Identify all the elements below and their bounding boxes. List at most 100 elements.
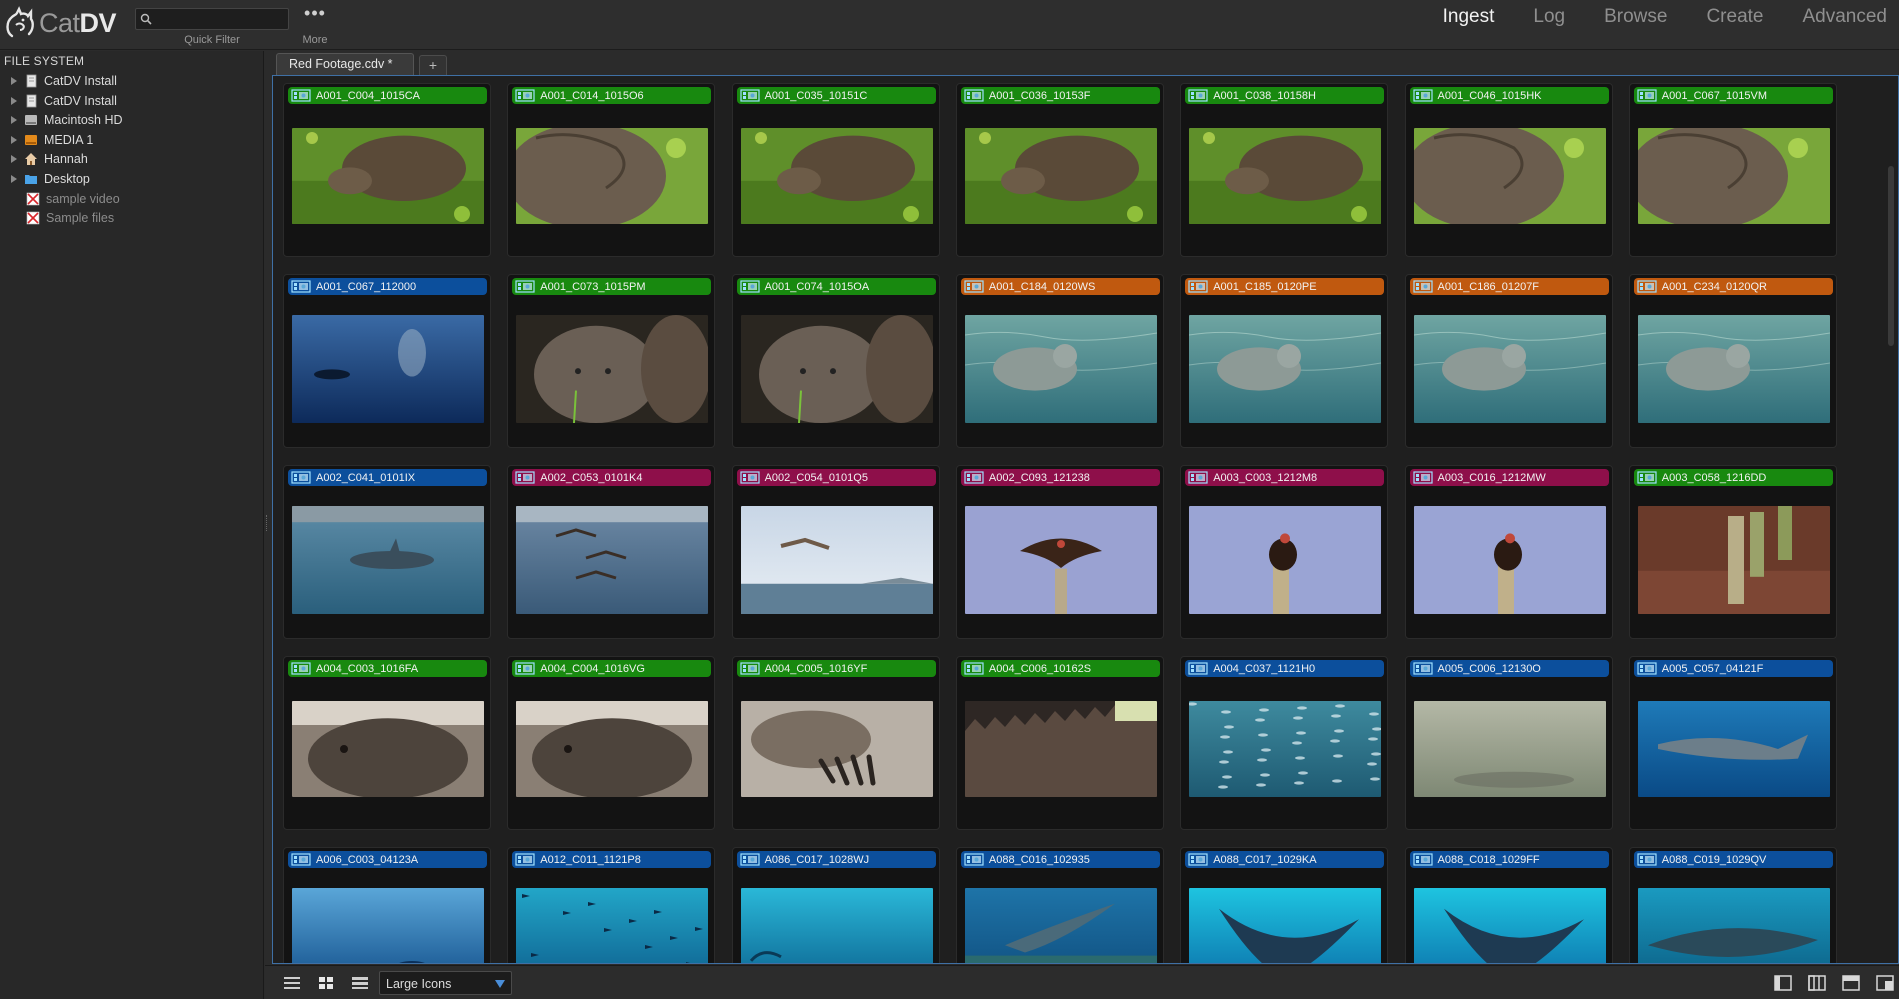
clip-tile[interactable]: A001_C073_1015PM — [507, 274, 716, 448]
clip-tile[interactable]: A003_C016_1212MW — [1404, 465, 1613, 639]
clip-thumbnail[interactable] — [740, 315, 933, 423]
clip-thumbnail[interactable] — [740, 701, 933, 797]
list-view-icon[interactable] — [281, 974, 303, 992]
clip-thumbnail[interactable] — [964, 315, 1157, 423]
layout-split-panel-icon[interactable] — [1808, 975, 1826, 991]
clip-tile[interactable]: A001_C067_112000 — [283, 274, 491, 448]
clip-tile[interactable]: A001_C046_1015HK — [1404, 83, 1613, 257]
quick-filter-box[interactable] — [135, 8, 289, 30]
clip-tile[interactable]: A004_C004_1016VG — [507, 656, 716, 830]
layout-corner-panel-icon[interactable] — [1876, 975, 1894, 991]
vertical-scrollbar[interactable] — [1888, 166, 1894, 346]
mode-tab-ingest[interactable]: Ingest — [1443, 6, 1495, 32]
layout-left-panel-icon[interactable] — [1774, 975, 1792, 991]
clip-tile[interactable]: A004_C006_10162S — [955, 656, 1164, 830]
sidebar-item-sample-files[interactable]: Sample files — [26, 209, 114, 227]
clip-thumbnail[interactable] — [1413, 888, 1606, 963]
sidebar-item-catdv-install[interactable]: CatDV Install — [10, 92, 117, 110]
clip-tile[interactable]: A001_C004_1015CA — [283, 83, 491, 257]
expand-triangle-icon[interactable] — [10, 116, 18, 125]
clip-thumbnail[interactable] — [1413, 506, 1606, 614]
clip-tile[interactable]: A088_C018_1029FF — [1404, 847, 1613, 963]
sidebar-item-catdv-install[interactable]: CatDV Install — [10, 72, 117, 90]
clip-tile[interactable]: A086_C017_1028WJ — [731, 847, 940, 963]
clip-thumbnail[interactable] — [1189, 888, 1382, 963]
clip-tile[interactable]: A005_C006_12130O — [1404, 656, 1613, 830]
tab-red-footage[interactable]: Red Footage.cdv * — [276, 53, 414, 75]
clip-tile[interactable]: A088_C017_1029KA — [1180, 847, 1389, 963]
clip-thumbnail[interactable] — [740, 888, 933, 963]
splitter-handle[interactable] — [266, 515, 269, 531]
clip-thumbnail[interactable] — [292, 701, 484, 797]
clip-tile[interactable]: A003_C003_1212M8 — [1180, 465, 1389, 639]
add-tab-button[interactable]: + — [419, 55, 447, 75]
clip-thumbnail[interactable] — [1637, 315, 1830, 423]
mode-tab-browse[interactable]: Browse — [1604, 6, 1667, 32]
clip-thumbnail[interactable] — [1413, 701, 1606, 797]
clip-tile[interactable]: A004_C005_1016YF — [731, 656, 940, 830]
clip-thumbnail[interactable] — [1413, 128, 1606, 224]
clip-tile[interactable]: A005_C057_04121F — [1628, 656, 1837, 830]
clip-thumbnail[interactable] — [1189, 128, 1382, 224]
clip-thumbnail[interactable] — [1637, 506, 1830, 614]
mode-tab-advanced[interactable]: Advanced — [1802, 6, 1887, 32]
clip-tile[interactable]: A002_C041_0101IX — [283, 465, 491, 639]
clip-thumbnail[interactable] — [1189, 701, 1382, 797]
clip-tile[interactable]: A001_C038_10158H — [1180, 83, 1389, 257]
clip-thumbnail[interactable] — [516, 701, 709, 797]
expand-triangle-icon[interactable] — [10, 175, 18, 183]
clip-tile[interactable]: A088_C019_1029QV — [1628, 847, 1837, 963]
mode-tab-log[interactable]: Log — [1533, 6, 1565, 32]
clip-thumbnail[interactable] — [1189, 315, 1382, 423]
expand-triangle-icon[interactable] — [10, 155, 18, 164]
clip-thumbnail[interactable] — [964, 506, 1157, 614]
view-mode-select[interactable]: Large Icons — [379, 971, 512, 995]
mode-tab-create[interactable]: Create — [1706, 6, 1763, 32]
clip-tile[interactable]: A001_C035_10151C — [731, 83, 940, 257]
clip-tile[interactable]: A002_C093_121238 — [955, 465, 1164, 639]
clip-tile[interactable]: A001_C036_10153F — [955, 83, 1164, 257]
expand-triangle-icon[interactable] — [10, 135, 18, 144]
clip-thumbnail[interactable] — [964, 128, 1157, 224]
clip-thumbnail[interactable] — [516, 128, 709, 224]
clip-tile[interactable]: A001_C067_1015VM — [1628, 83, 1837, 257]
clip-tile[interactable]: A006_C003_04123A — [283, 847, 491, 963]
clip-thumbnail[interactable] — [516, 315, 709, 423]
more-icon[interactable]: ••• — [302, 4, 328, 28]
clip-tile[interactable]: A001_C234_0120QR — [1628, 274, 1837, 448]
clip-thumbnail[interactable] — [516, 888, 709, 963]
clip-tile[interactable]: A002_C054_0101Q5 — [731, 465, 940, 639]
clip-tile[interactable]: A088_C016_102935 — [955, 847, 1164, 963]
clip-thumbnail[interactable] — [516, 506, 709, 614]
clip-thumbnail[interactable] — [1189, 506, 1382, 614]
clip-thumbnail[interactable] — [1413, 315, 1606, 423]
clip-tile[interactable]: A003_C058_1216DD — [1628, 465, 1837, 639]
layout-top-panel-icon[interactable] — [1842, 975, 1860, 991]
clip-tile[interactable]: A004_C003_1016FA — [283, 656, 491, 830]
clip-tile[interactable]: A001_C184_0120WS — [955, 274, 1164, 448]
sidebar-item-sample-video[interactable]: sample video — [26, 190, 120, 208]
clip-tile[interactable]: A001_C014_1015O6 — [507, 83, 716, 257]
clip-tile[interactable]: A001_C074_1015OA — [731, 274, 940, 448]
expand-triangle-icon[interactable] — [10, 96, 18, 105]
clip-tile[interactable]: A001_C186_01207F — [1404, 274, 1613, 448]
expand-triangle-icon[interactable] — [10, 77, 18, 85]
clip-thumbnail[interactable] — [740, 128, 933, 224]
clip-thumbnail[interactable] — [292, 888, 484, 963]
sidebar-item-macintosh-hd[interactable]: Macintosh HD — [10, 111, 123, 129]
clip-tile[interactable]: A004_C037_1121H0 — [1180, 656, 1389, 830]
clip-thumbnail[interactable] — [740, 506, 933, 614]
clip-thumbnail[interactable] — [1637, 888, 1830, 963]
clip-tile[interactable]: A002_C053_0101K4 — [507, 465, 716, 639]
quick-filter-input[interactable] — [156, 10, 286, 28]
clip-tile[interactable]: A012_C011_1121P8 — [507, 847, 716, 963]
clip-thumbnail[interactable] — [292, 315, 484, 423]
grid-view-icon[interactable] — [315, 974, 337, 992]
clip-thumbnail[interactable] — [292, 128, 484, 224]
clip-tile[interactable]: A001_C185_0120PE — [1180, 274, 1389, 448]
sidebar-item-media-1[interactable]: MEDIA 1 — [10, 131, 93, 149]
clip-thumbnail[interactable] — [1637, 701, 1830, 797]
sidebar-item-hannah[interactable]: Hannah — [10, 150, 88, 168]
strip-view-icon[interactable] — [349, 974, 371, 992]
clip-thumbnail[interactable] — [1637, 128, 1830, 224]
